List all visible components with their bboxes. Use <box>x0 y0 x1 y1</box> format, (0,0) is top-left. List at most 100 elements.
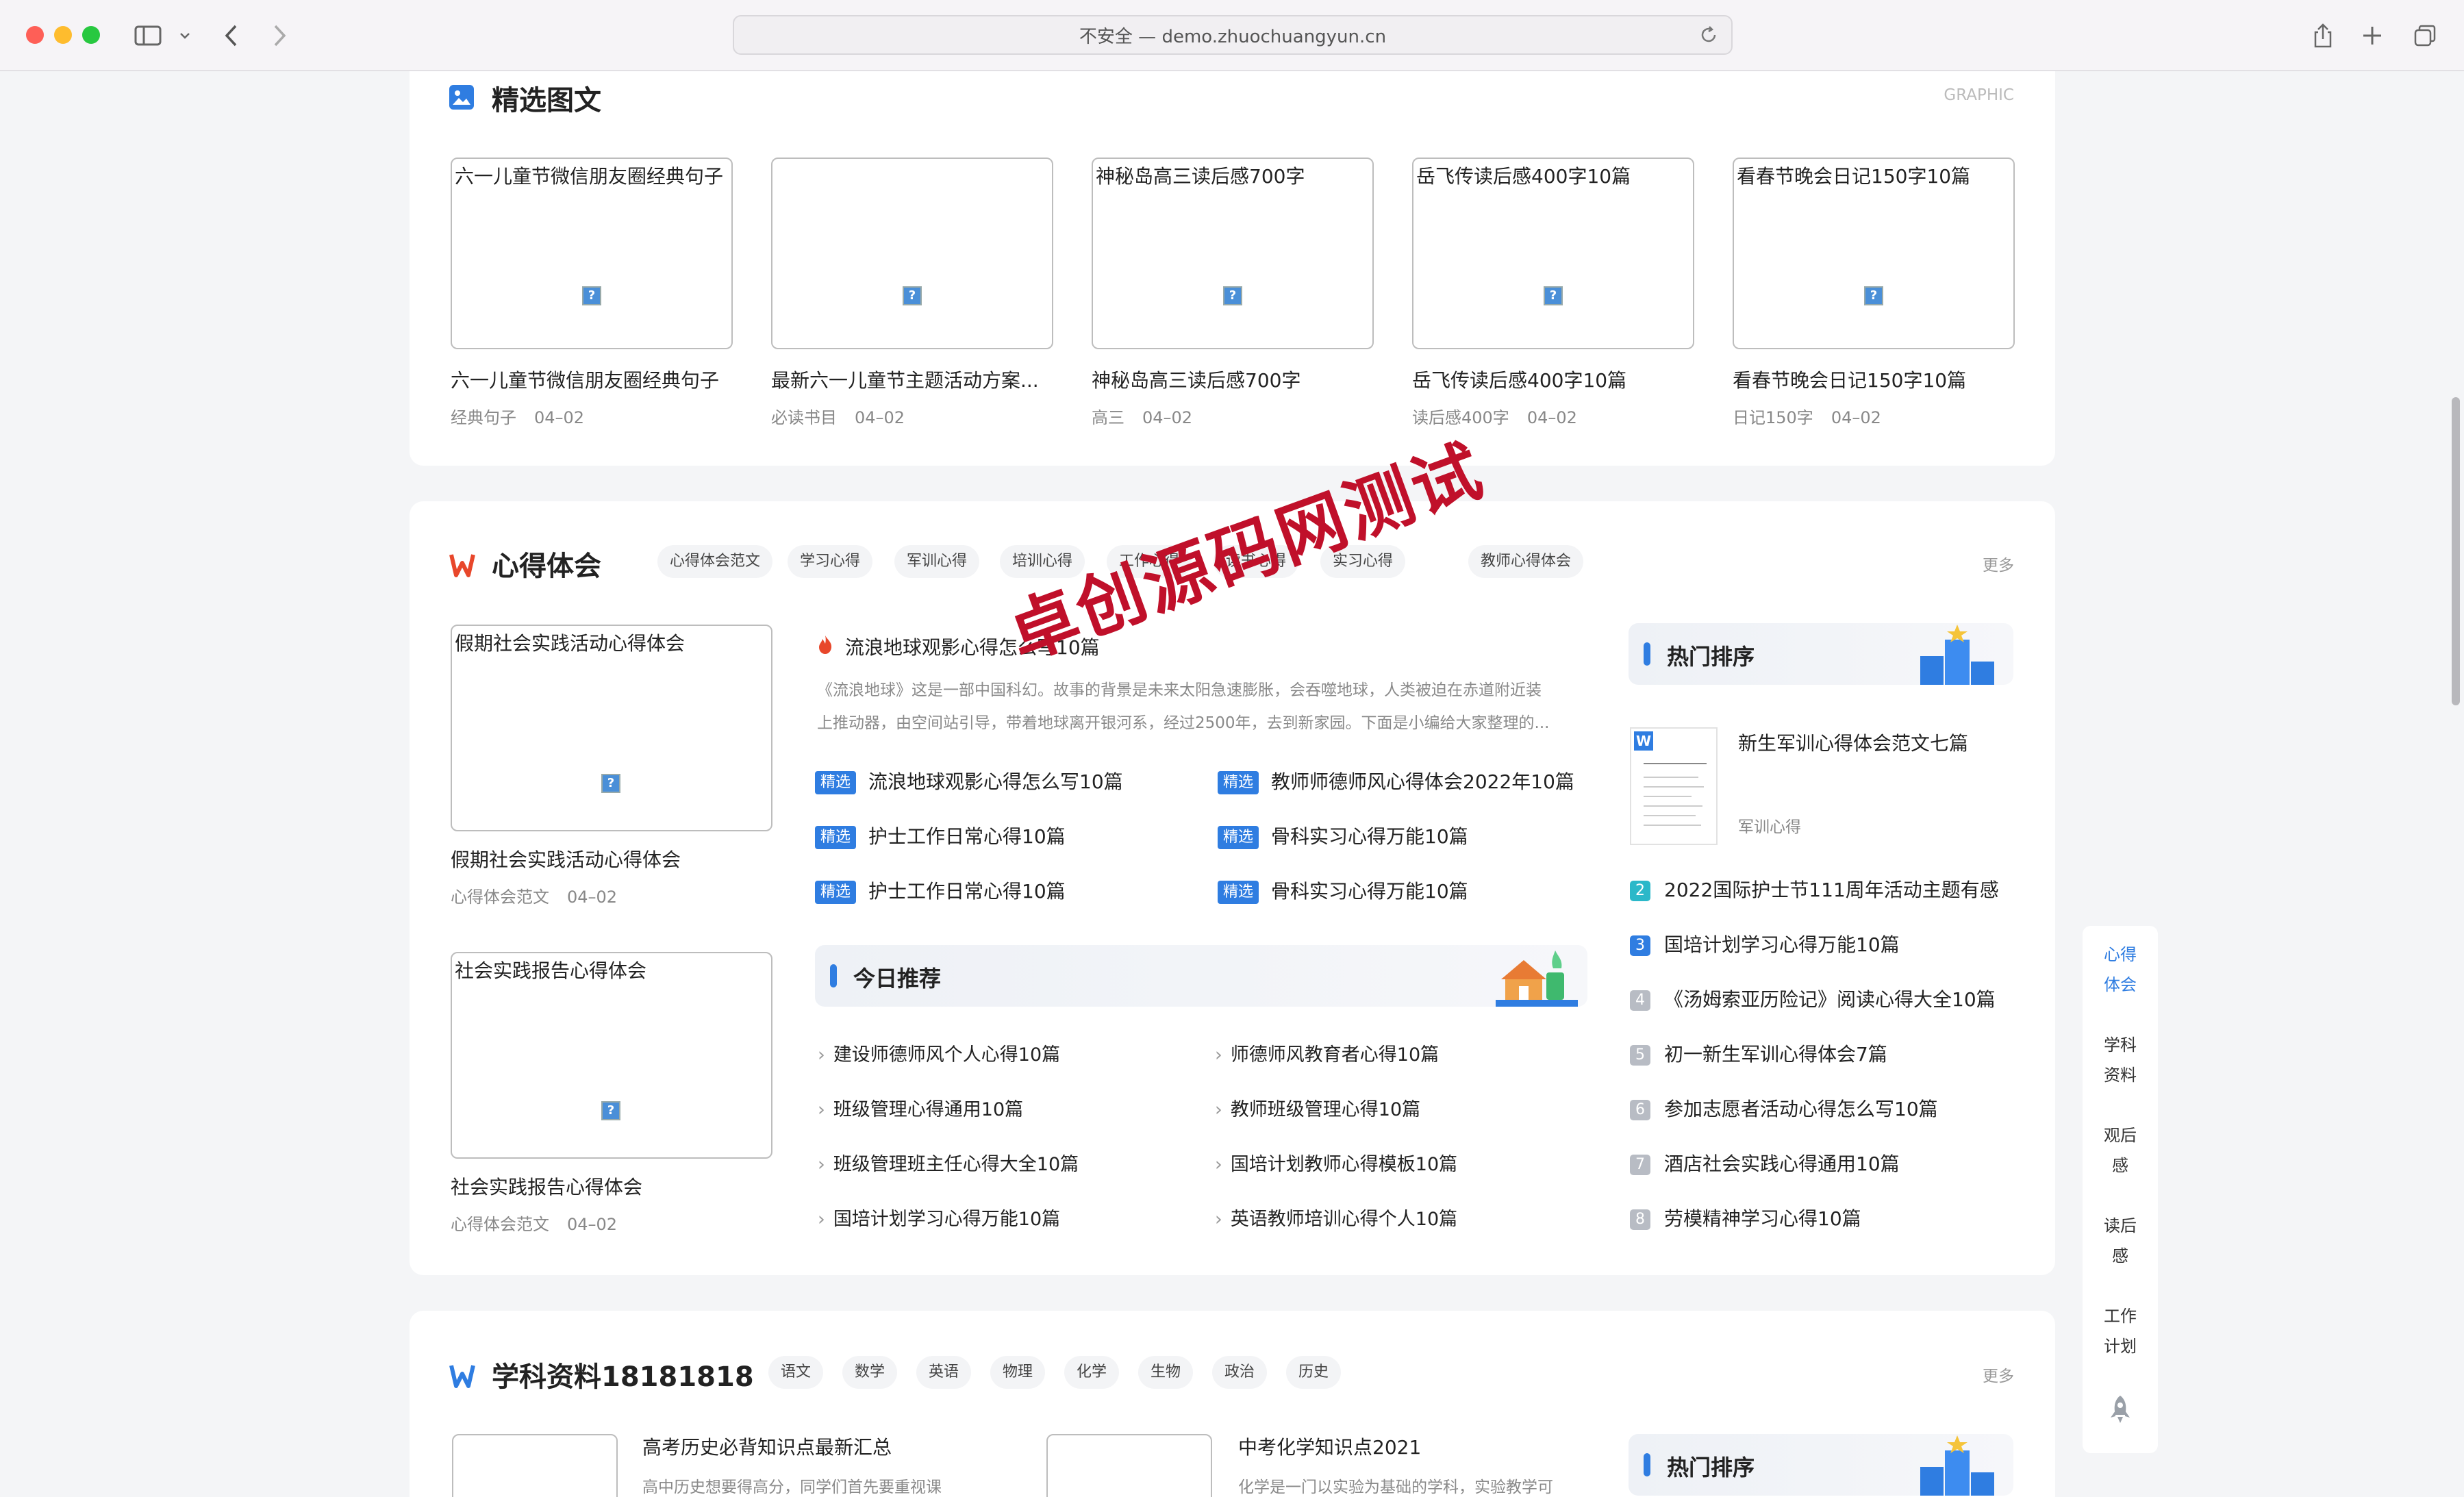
article-title[interactable]: 看春节晚会日记150字10篇 <box>1733 366 2015 393</box>
side-nav-label-line2: 资料 <box>2104 1066 2137 1085</box>
article-tag[interactable]: 心得体会范文 <box>451 888 549 907</box>
featured-item[interactable]: 精选 护士工作日常心得10篇 <box>815 877 1066 904</box>
article-tag[interactable]: 日记150字 <box>1733 408 1813 427</box>
article-date: 04–02 <box>1142 408 1193 427</box>
ranking-item[interactable]: 2 2022国际护士节111周年活动主题有感 <box>1630 875 1999 903</box>
article-thumbnail[interactable]: 社会实践报告心得体会? <box>451 952 772 1159</box>
article-thumbnail[interactable]: 假期社会实践活动心得体会? <box>451 625 772 831</box>
address-bar[interactable]: 不安全 — demo.zhuochuangyun.cn <box>733 15 1733 55</box>
side-nav-label-line1: 心得 <box>2104 945 2137 964</box>
recommend-item[interactable]: 建设师德师风个人心得10篇 <box>818 1040 1060 1066</box>
featured-badge: 精选 <box>1218 881 1259 904</box>
ranking-item[interactable]: 6 参加志愿者活动心得怎么写10篇 <box>1630 1094 1938 1122</box>
article-title[interactable]: 中考化学知识点2021 <box>1238 1433 1421 1460</box>
ranking-item[interactable]: 4 《汤姆索亚历险记》阅读心得大全10篇 <box>1630 985 1996 1012</box>
image-alt-text: 岳飞传读后感400字10篇 <box>1416 165 1631 188</box>
article-title[interactable]: 六一儿童节微信朋友圈经典句子 <box>451 366 733 393</box>
reload-icon[interactable] <box>1698 25 1719 45</box>
ranking-item[interactable]: 7 酒店社会实践心得通用10篇 <box>1630 1149 1900 1177</box>
article-tag[interactable]: 必读书目 <box>771 408 837 427</box>
ranking-item[interactable]: 8 劳模精神学习心得10篇 <box>1630 1204 1861 1231</box>
hot-top-thumbnail[interactable]: W <box>1630 727 1718 845</box>
hot-top-title[interactable]: 新生军训心得体会范文七篇 <box>1738 729 1968 756</box>
doc-w-icon: W <box>1634 731 1653 751</box>
article-thumbnail[interactable]: 看春节晚会日记150字10篇? <box>1733 158 2015 349</box>
article-title[interactable]: 岳飞传读后感400字10篇 <box>1412 366 1694 393</box>
ranking-item[interactable]: 5 初一新生军训心得体会7篇 <box>1630 1040 1887 1067</box>
recommend-item[interactable]: 教师班级管理心得10篇 <box>1215 1094 1420 1121</box>
back-icon[interactable] <box>214 18 249 53</box>
article-thumbnail[interactable] <box>452 1434 618 1497</box>
rocket-back-to-top-icon[interactable] <box>2108 1394 2133 1427</box>
featured-item[interactable]: 精选 护士工作日常心得10篇 <box>815 822 1066 849</box>
maximize-window-button[interactable] <box>82 26 100 44</box>
article-tag[interactable]: 经典句子 <box>451 408 516 427</box>
article-title[interactable]: 社会实践报告心得体会 <box>451 1172 772 1200</box>
recommend-item[interactable]: 英语教师培训心得个人10篇 <box>1215 1204 1457 1231</box>
recommend-item[interactable]: 国培计划教师心得模板10篇 <box>1215 1149 1457 1176</box>
category-tag[interactable]: 化学 <box>1064 1356 1120 1389</box>
sidebar-toggle-icon[interactable] <box>130 18 166 53</box>
recommend-item[interactable]: 班级管理班主任心得大全10篇 <box>818 1149 1079 1176</box>
category-tag[interactable]: 政治 <box>1212 1356 1268 1389</box>
article-title[interactable]: 高考历史必背知识点最新汇总 <box>642 1433 892 1460</box>
article-thumbnail[interactable]: 神秘岛高三读后感700字? <box>1092 158 1374 349</box>
article-thumbnail[interactable]: 岳飞传读后感400字10篇? <box>1412 158 1694 349</box>
featured-badge: 精选 <box>1218 826 1259 849</box>
hot-top-tag[interactable]: 军训心得 <box>1738 814 1801 837</box>
featured-item[interactable]: 精选 骨科实习心得万能10篇 <box>1218 822 1468 849</box>
image-alt-text: 六一儿童节微信朋友圈经典句子 <box>455 165 724 188</box>
close-window-button[interactable] <box>26 26 44 44</box>
side-nav-item[interactable]: 心得 体会 <box>2083 940 2158 1000</box>
article-title[interactable]: 假期社会实践活动心得体会 <box>451 845 772 872</box>
url-text: 不安全 — demo.zhuochuangyun.cn <box>1079 26 1387 47</box>
article-thumbnail[interactable]: 六一儿童节微信朋友圈经典句子? <box>451 158 733 349</box>
side-nav-item[interactable]: 学科 资料 <box>2083 1030 2158 1090</box>
article-tag[interactable]: 心得体会范文 <box>451 1215 549 1234</box>
featured-item[interactable]: 精选 骨科实习心得万能10篇 <box>1218 877 1468 904</box>
article-thumbnail[interactable] <box>1046 1434 1212 1497</box>
scrollbar-thumb[interactable] <box>2452 397 2460 705</box>
article-title[interactable]: 最新六一儿童节主题活动方案... <box>771 366 1053 393</box>
category-tag[interactable]: 学习心得 <box>788 545 873 578</box>
broken-image-icon: ? <box>582 286 601 305</box>
w-logo-icon <box>449 552 475 581</box>
headline-summary-line2: 上推动器，由空间站引导，带着地球离开银河系，经过2500年，去到新家园。下面是小… <box>817 714 1550 732</box>
category-tag[interactable]: 历史 <box>1286 1356 1342 1389</box>
category-tag[interactable]: 教师心得体会 <box>1468 545 1584 578</box>
article-thumbnail[interactable]: ? <box>771 158 1053 349</box>
broken-image-icon: ? <box>601 1101 620 1120</box>
article-tag[interactable]: 高三 <box>1092 408 1124 427</box>
category-tag[interactable]: 心得体会范文 <box>657 545 773 578</box>
article-summary: 化学是一门以实验为基础的学科，实验教学可 <box>1238 1479 1553 1496</box>
side-nav-item[interactable]: 读后感 <box>2083 1211 2158 1271</box>
side-nav-item[interactable]: 工作 计划 <box>2083 1301 2158 1361</box>
article-date: 04–02 <box>534 408 585 427</box>
tab-overview-icon[interactable] <box>2407 18 2443 53</box>
category-tag[interactable]: 英语 <box>916 1356 972 1389</box>
share-icon[interactable] <box>2305 18 2341 53</box>
forward-icon[interactable] <box>262 18 297 53</box>
image-icon <box>449 85 474 110</box>
category-tag[interactable]: 数学 <box>842 1356 898 1389</box>
article-meta: 高三 04–02 <box>1092 404 1192 428</box>
side-nav-item[interactable]: 观后感 <box>2083 1120 2158 1181</box>
minimize-window-button[interactable] <box>54 26 72 44</box>
chevron-down-icon[interactable] <box>171 18 199 53</box>
featured-item[interactable]: 精选 教师师德师风心得体会2022年10篇 <box>1218 767 1574 794</box>
ranking-item[interactable]: 3 国培计划学习心得万能10篇 <box>1630 930 1900 957</box>
new-tab-icon[interactable] <box>2354 18 2390 53</box>
article-title[interactable]: 神秘岛高三读后感700字 <box>1092 366 1374 393</box>
more-link[interactable]: 更多 <box>1983 552 2014 575</box>
category-tag[interactable]: 军训心得 <box>894 545 980 578</box>
featured-item-title: 护士工作日常心得10篇 <box>868 880 1066 903</box>
category-tag[interactable]: 语文 <box>768 1356 824 1389</box>
recommend-item[interactable]: 班级管理心得通用10篇 <box>818 1094 1023 1121</box>
category-tag[interactable]: 生物 <box>1138 1356 1194 1389</box>
recommend-item[interactable]: 国培计划学习心得万能10篇 <box>818 1204 1060 1231</box>
recommend-item[interactable]: 师德师风教育者心得10篇 <box>1215 1040 1439 1066</box>
more-link[interactable]: 更多 <box>1983 1363 2014 1386</box>
featured-item[interactable]: 精选 流浪地球观影心得怎么写10篇 <box>815 767 1123 794</box>
category-tag[interactable]: 物理 <box>990 1356 1046 1389</box>
broken-image-icon: ? <box>1223 286 1242 305</box>
